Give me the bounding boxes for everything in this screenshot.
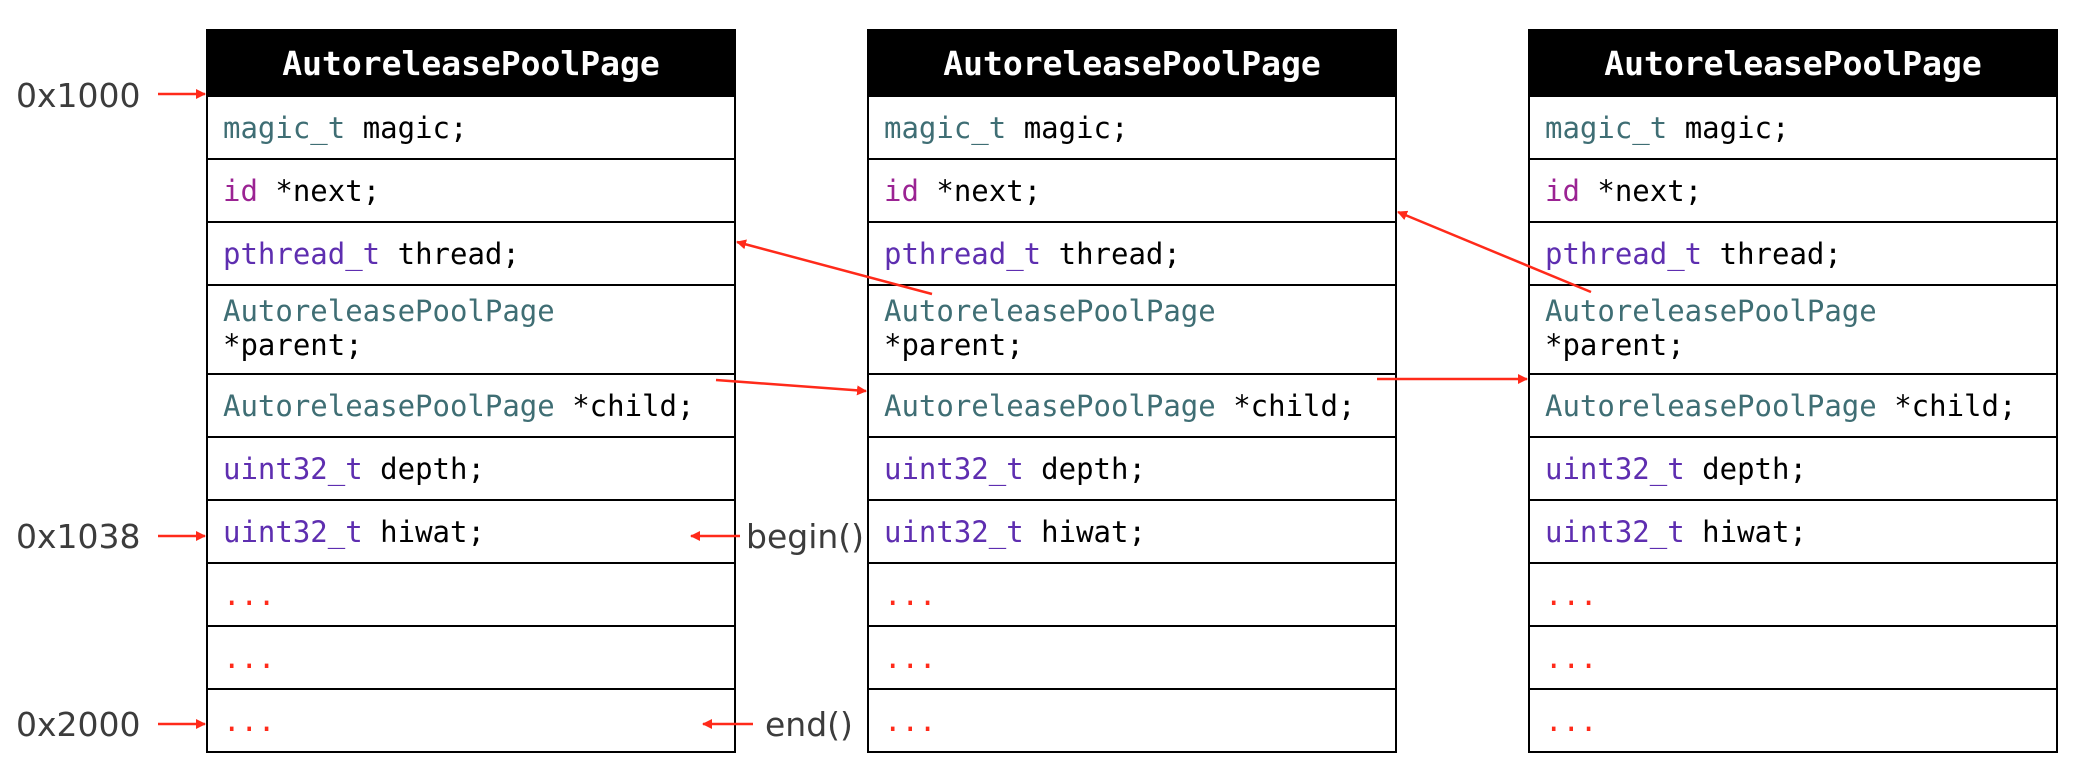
field-type: AutoreleasePoolPage xyxy=(1545,388,1877,423)
field-parent: AutoreleasePoolPage *parent; xyxy=(869,284,1395,373)
ellipsis-text: ... xyxy=(1545,577,1598,612)
field-next: id *next; xyxy=(1530,158,2056,221)
field-ellipsis: ... xyxy=(208,625,734,688)
field-magic: magic_t magic; xyxy=(869,95,1395,158)
page-title: AutoreleasePoolPage xyxy=(1530,31,2056,95)
field-name: *parent; xyxy=(884,328,1024,362)
ellipsis-text: ... xyxy=(884,640,937,675)
field-type: AutoreleasePoolPage xyxy=(884,294,1216,328)
field-ellipsis: ... xyxy=(1530,625,2056,688)
field-type: AutoreleasePoolPage xyxy=(223,294,555,328)
field-ellipsis: ... xyxy=(869,625,1395,688)
field-name: thread; xyxy=(397,236,520,271)
field-name: *next; xyxy=(1597,173,1703,208)
field-type: uint32_t xyxy=(223,514,363,549)
field-ellipsis: ... xyxy=(208,688,734,751)
address-label-end: 0x2000 xyxy=(16,705,141,744)
field-ellipsis: ... xyxy=(1530,688,2056,751)
autorelease-pool-page-1: AutoreleasePoolPage magic_t magic; id *n… xyxy=(206,29,736,753)
field-next: id *next; xyxy=(869,158,1395,221)
field-ellipsis: ... xyxy=(208,562,734,625)
field-type: pthread_t xyxy=(884,236,1042,271)
autorelease-pool-page-2: AutoreleasePoolPage magic_t magic; id *n… xyxy=(867,29,1397,753)
field-type: uint32_t xyxy=(884,514,1024,549)
ellipsis-text: ... xyxy=(223,703,276,738)
field-thread: pthread_t thread; xyxy=(1530,221,2056,284)
field-depth: uint32_t depth; xyxy=(208,436,734,499)
field-thread: pthread_t thread; xyxy=(869,221,1395,284)
address-label-start: 0x1000 xyxy=(16,76,141,115)
field-ellipsis: ... xyxy=(1530,562,2056,625)
field-type: uint32_t xyxy=(223,451,363,486)
field-type: id xyxy=(1545,173,1580,208)
field-type: magic_t xyxy=(884,110,1007,145)
field-depth: uint32_t depth; xyxy=(869,436,1395,499)
field-name: magic; xyxy=(362,110,468,145)
field-name: *child; xyxy=(1233,388,1356,423)
field-next: id *next; xyxy=(208,158,734,221)
field-type: pthread_t xyxy=(223,236,381,271)
ellipsis-text: ... xyxy=(884,577,937,612)
ellipsis-text: ... xyxy=(1545,703,1598,738)
ellipsis-text: ... xyxy=(223,640,276,675)
field-type: uint32_t xyxy=(884,451,1024,486)
field-magic: magic_t magic; xyxy=(1530,95,2056,158)
field-name: *parent; xyxy=(223,328,363,362)
field-parent: AutoreleasePoolPage *parent; xyxy=(1530,284,2056,373)
page-title: AutoreleasePoolPage xyxy=(208,31,734,95)
field-hiwat: uint32_t hiwat; xyxy=(869,499,1395,562)
field-type: pthread_t xyxy=(1545,236,1703,271)
field-name: depth; xyxy=(380,451,485,486)
arrow-child-page1-to-page2 xyxy=(715,378,867,396)
autorelease-pool-page-3: AutoreleasePoolPage magic_t magic; id *n… xyxy=(1528,29,2058,753)
end-marker-label: end() xyxy=(765,705,853,744)
field-name: hiwat; xyxy=(1702,514,1807,549)
field-name: *parent; xyxy=(1545,328,1685,362)
field-child: AutoreleasePoolPage *child; xyxy=(208,373,734,436)
field-type: AutoreleasePoolPage xyxy=(1545,294,1877,328)
field-type: magic_t xyxy=(223,110,346,145)
field-name: hiwat; xyxy=(380,514,485,549)
field-name: thread; xyxy=(1058,236,1181,271)
field-parent: AutoreleasePoolPage *parent; xyxy=(208,284,734,373)
begin-marker-label: begin() xyxy=(746,517,865,556)
field-type: uint32_t xyxy=(1545,514,1685,549)
field-name: thread; xyxy=(1719,236,1842,271)
field-magic: magic_t magic; xyxy=(208,95,734,158)
field-child: AutoreleasePoolPage *child; xyxy=(869,373,1395,436)
field-name: depth; xyxy=(1041,451,1146,486)
autorelease-pool-diagram: 0x1000 0x1038 0x2000 begin() end() Autor… xyxy=(0,0,2078,778)
field-type: uint32_t xyxy=(1545,451,1685,486)
field-name: *child; xyxy=(572,388,695,423)
field-type: id xyxy=(223,173,258,208)
ellipsis-text: ... xyxy=(1545,640,1598,675)
field-name: magic; xyxy=(1684,110,1790,145)
field-depth: uint32_t depth; xyxy=(1530,436,2056,499)
field-type: magic_t xyxy=(1545,110,1668,145)
page-title: AutoreleasePoolPage xyxy=(869,31,1395,95)
field-child: AutoreleasePoolPage *child; xyxy=(1530,373,2056,436)
field-hiwat: uint32_t hiwat; xyxy=(208,499,734,562)
field-name: *next; xyxy=(936,173,1042,208)
field-type: AutoreleasePoolPage xyxy=(884,388,1216,423)
address-label-begin: 0x1038 xyxy=(16,517,141,556)
field-thread: pthread_t thread; xyxy=(208,221,734,284)
field-type: id xyxy=(884,173,919,208)
ellipsis-text: ... xyxy=(884,703,937,738)
field-type: AutoreleasePoolPage xyxy=(223,388,555,423)
field-name: *next; xyxy=(275,173,381,208)
field-name: hiwat; xyxy=(1041,514,1146,549)
field-hiwat: uint32_t hiwat; xyxy=(1530,499,2056,562)
ellipsis-text: ... xyxy=(223,577,276,612)
field-name: magic; xyxy=(1023,110,1129,145)
field-name: depth; xyxy=(1702,451,1807,486)
field-name: *child; xyxy=(1894,388,2017,423)
field-ellipsis: ... xyxy=(869,688,1395,751)
field-ellipsis: ... xyxy=(869,562,1395,625)
